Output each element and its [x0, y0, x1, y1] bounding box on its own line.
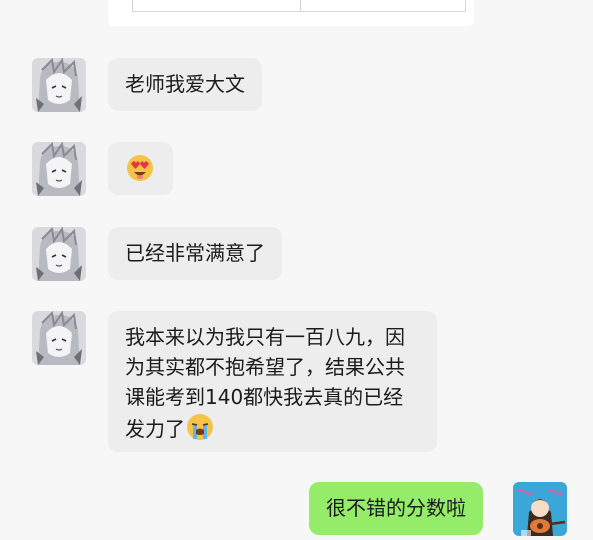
- message-text: 很不错的分数啦: [326, 496, 466, 520]
- message-last-line: 发力了: [125, 412, 423, 444]
- loudly-crying-icon: [185, 412, 213, 440]
- avatar[interactable]: [32, 227, 86, 281]
- message-bubble[interactable]: 已经非常满意了: [108, 227, 282, 280]
- message-bubble[interactable]: [108, 142, 173, 195]
- message-text: 已经非常满意了: [125, 241, 265, 265]
- message-line: 为其实都不抱希望了，结果公共: [125, 355, 405, 379]
- message-line: 我本来以为我只有一百八九，因: [125, 325, 405, 349]
- table-grid: [132, 0, 466, 12]
- my-avatar[interactable]: [513, 482, 567, 536]
- message-bubble[interactable]: 老师我爱大文: [108, 58, 262, 111]
- avatar[interactable]: [32, 311, 86, 365]
- avatar[interactable]: [32, 142, 86, 196]
- heart-eyes-icon: [125, 153, 153, 181]
- avatar[interactable]: [32, 58, 86, 112]
- message-line: 课能考到140都快我去真的已经: [125, 385, 404, 409]
- shared-card-fragment[interactable]: [108, 0, 474, 26]
- message-text: 老师我爱大文: [125, 72, 245, 96]
- message-line: 发力了: [125, 417, 185, 441]
- message-bubble[interactable]: 我本来以为我只有一百八九，因 为其实都不抱希望了，结果公共 课能考到140都快我…: [108, 311, 437, 452]
- my-message-bubble[interactable]: 很不错的分数啦: [309, 482, 483, 535]
